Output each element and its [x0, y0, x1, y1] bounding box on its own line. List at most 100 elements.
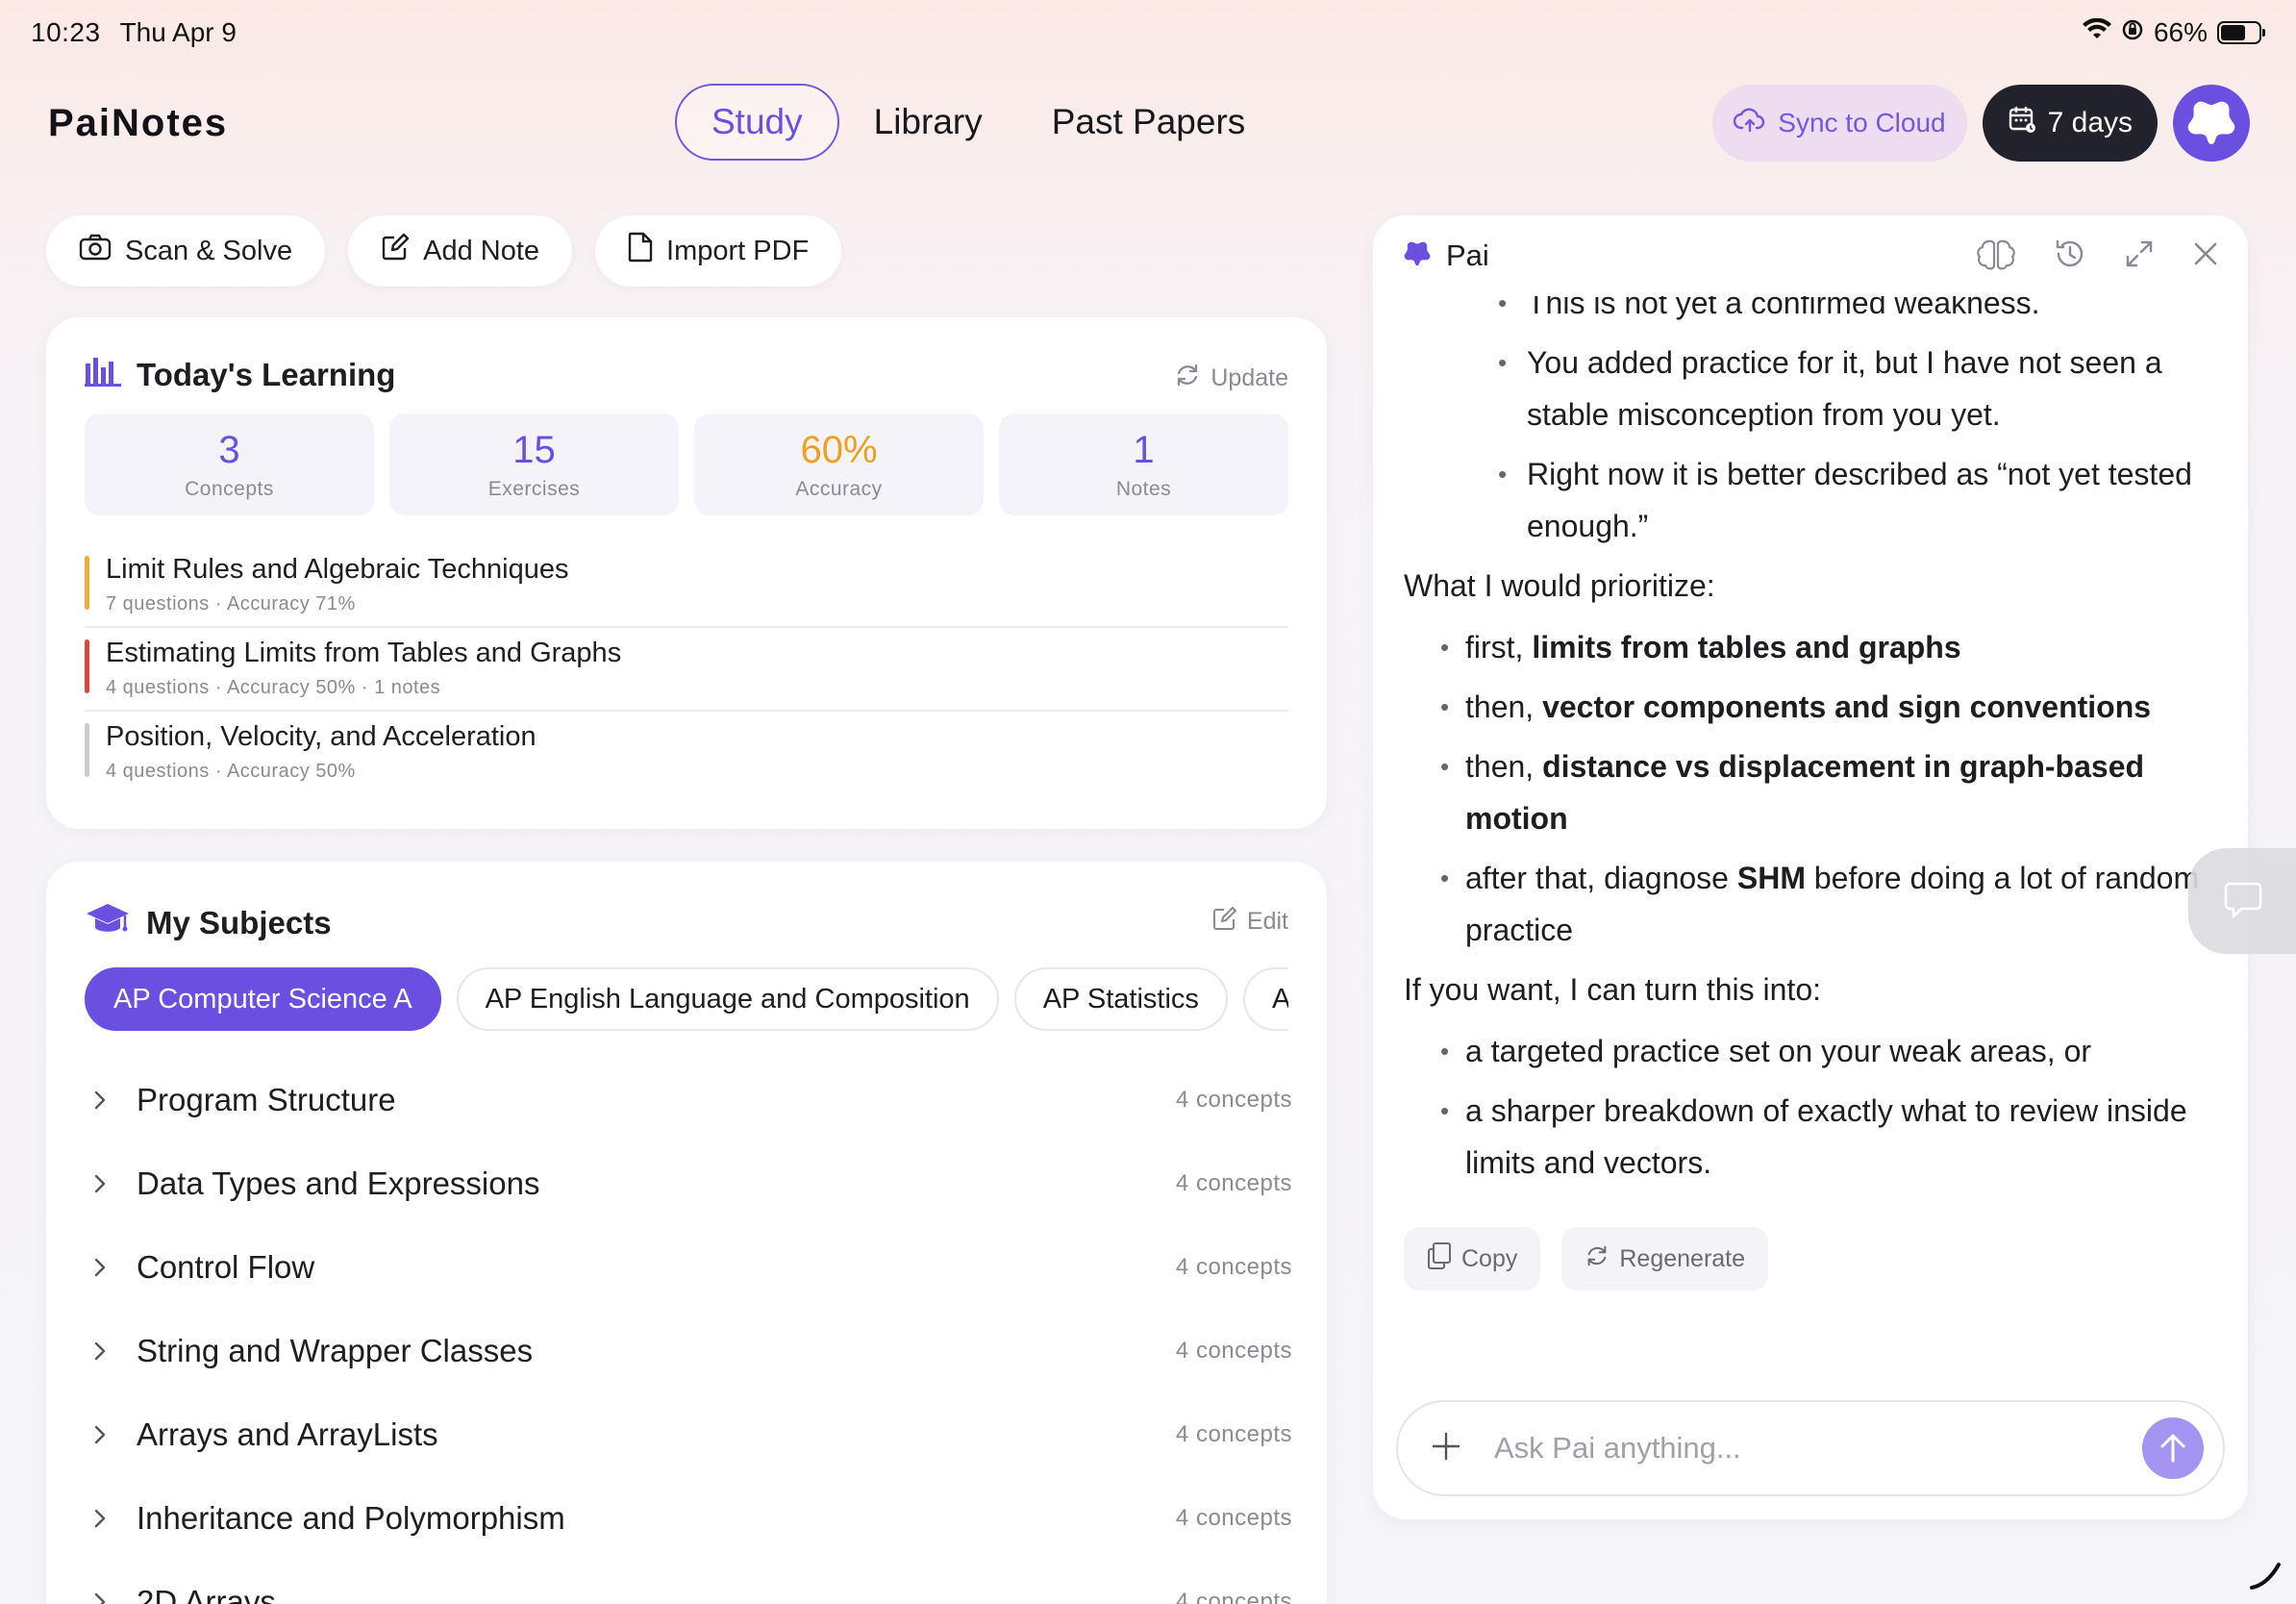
stat-value: 1 [1133, 428, 1155, 471]
tab-study[interactable]: Study [675, 84, 839, 161]
text: after that, diagnose [1465, 861, 1737, 895]
bold-text: vector components and sign conventions [1542, 689, 2152, 724]
regenerate-button[interactable]: Regenerate [1561, 1227, 1769, 1291]
chevron-right-icon [92, 1591, 127, 1604]
unit-count: 4 concepts [1175, 1169, 1292, 1196]
topic-list: Limit Rules and Algebraic Techniques 7 q… [85, 544, 1288, 795]
unit-row[interactable]: 2D Arrays 4 concepts [92, 1560, 1311, 1604]
subject-chip[interactable]: AP Computer Science A [85, 967, 441, 1031]
topic-meta: 4 questions · Accuracy 50% [106, 761, 356, 782]
subject-chip[interactable]: AP English Language and Composition [456, 967, 999, 1031]
unit-name: Data Types and Expressions [137, 1165, 540, 1201]
list-item: a targeted practice set on your weak are… [1404, 1025, 2219, 1077]
tab-library[interactable]: Library [839, 84, 1017, 161]
stat-label: Accuracy [795, 477, 883, 500]
unit-row[interactable]: Program Structure 4 concepts [92, 1058, 1311, 1141]
avatar[interactable] [2173, 85, 2250, 162]
scan-solve-button[interactable]: Scan & Solve [46, 215, 326, 287]
status-date: Thu Apr 9 [119, 17, 237, 47]
todays-learning-card: Today's Learning Update 3 Concepts 15 Ex… [46, 317, 1327, 829]
copy-button[interactable]: Copy [1404, 1227, 1541, 1291]
add-note-label: Add Note [423, 235, 540, 266]
calendar-icon [2008, 105, 2036, 141]
bold-text: SHM [1736, 861, 1806, 895]
chevron-right-icon [92, 1172, 127, 1195]
import-pdf-label: Import PDF [666, 235, 810, 266]
pai-assistant-panel: Pai This is not yet a confirmed weakness… [1373, 215, 2248, 1519]
stat-notes[interactable]: 1 Notes [999, 414, 1288, 515]
unit-count: 4 concepts [1175, 1420, 1292, 1447]
graduation-cap-icon [85, 900, 131, 946]
pai-logo-icon [2187, 101, 2235, 144]
my-subjects-title: My Subjects [146, 905, 332, 940]
stat-value: 15 [512, 428, 556, 471]
stat-exercises[interactable]: 15 Exercises [389, 414, 679, 515]
text: first, [1465, 630, 1533, 664]
subject-chip[interactable]: AP Statistics [1013, 967, 1228, 1031]
tab-past-papers[interactable]: Past Papers [1017, 84, 1281, 161]
history-icon[interactable] [2054, 238, 2086, 275]
sync-to-cloud-button[interactable]: Sync to Cloud [1712, 85, 1967, 162]
edit-note-icon [381, 233, 410, 269]
edit-subjects-button[interactable]: Edit [1212, 906, 1288, 938]
ask-pai-input[interactable] [1494, 1431, 2142, 1466]
topic-item[interactable]: Limit Rules and Algebraic Techniques 7 q… [85, 544, 1288, 628]
unit-row[interactable]: Data Types and Expressions 4 concepts [92, 1141, 1311, 1225]
unit-name: String and Wrapper Classes [137, 1332, 534, 1368]
expand-icon[interactable] [2125, 239, 2154, 273]
add-note-button[interactable]: Add Note [348, 215, 573, 287]
header-actions: Sync to Cloud 7 days [1712, 85, 2250, 162]
list-item: after that, diagnose SHM before doing a … [1404, 852, 2219, 956]
unit-row[interactable]: Arrays and ArrayLists 4 concepts [92, 1392, 1311, 1476]
chat-bubble-icon [2224, 882, 2262, 918]
regenerate-label: Regenerate [1619, 1244, 1746, 1272]
text: then, [1465, 689, 1543, 724]
streak-label: 7 days [2047, 107, 2133, 138]
unit-name: Arrays and ArrayLists [137, 1416, 438, 1452]
import-pdf-button[interactable]: Import PDF [595, 215, 842, 287]
chevron-right-icon [92, 1089, 127, 1112]
update-button[interactable]: Update [1174, 362, 1288, 395]
topic-item[interactable]: Estimating Limits from Tables and Graphs… [85, 628, 1288, 712]
unit-count: 4 concepts [1175, 1086, 1292, 1113]
plus-icon[interactable] [1431, 1431, 1461, 1466]
topic-status-bar [85, 639, 89, 693]
pai-panel-tools [1977, 238, 2219, 275]
send-button[interactable] [2142, 1417, 2204, 1479]
scribble-handle-icon[interactable] [2248, 1555, 2286, 1598]
unit-row[interactable]: Control Flow 4 concepts [92, 1225, 1311, 1309]
battery-percent: 66% [2153, 17, 2208, 47]
camera-icon [79, 234, 112, 268]
pai-panel-header: Pai [1373, 215, 2248, 296]
brain-icon[interactable] [1977, 238, 2015, 275]
topic-item[interactable]: Position, Velocity, and Acceleration 4 q… [85, 712, 1288, 795]
topic-status-bar [85, 723, 89, 777]
unit-name: Inheritance and Polymorphism [137, 1499, 565, 1536]
unit-row[interactable]: String and Wrapper Classes 4 concepts [92, 1309, 1311, 1392]
floating-chat-tab[interactable] [2188, 848, 2296, 954]
chat-composer [1396, 1400, 2225, 1496]
message-paragraph: What I would prioritize: [1404, 568, 1715, 603]
status-time: 10:23 [31, 17, 101, 47]
unit-count: 4 concepts [1175, 1588, 1292, 1604]
unit-count: 4 concepts [1175, 1504, 1292, 1531]
list-item: Right now it is better described as “not… [1404, 448, 2219, 552]
list-item: You added practice for it, but I have no… [1404, 337, 2219, 440]
bold-text: distance vs displacement in graph-based … [1465, 749, 2145, 836]
quick-actions: Scan & Solve Add Note Import PDF [46, 215, 842, 287]
unit-count: 4 concepts [1175, 1253, 1292, 1280]
orientation-lock-icon [2121, 17, 2144, 48]
subject-chip[interactable]: AP [1242, 967, 1288, 1031]
pai-panel-title: Pai [1446, 238, 1489, 272]
topic-meta: 4 questions · Accuracy 50% · 1 notes [106, 677, 441, 698]
streak-button[interactable]: 7 days [1982, 85, 2158, 162]
message-sublist: This is not yet a confirmed weakness. Yo… [1404, 277, 2219, 552]
message-paragraph: If you want, I can turn this into: [1404, 972, 1821, 1007]
stat-label: Exercises [487, 477, 581, 500]
close-icon[interactable] [2192, 240, 2219, 272]
stat-accuracy[interactable]: 60% Accuracy [694, 414, 984, 515]
stat-concepts[interactable]: 3 Concepts [85, 414, 374, 515]
unit-row[interactable]: Inheritance and Polymorphism 4 concepts [92, 1476, 1311, 1560]
pai-message: This is not yet a confirmed weakness. Yo… [1404, 277, 2219, 1289]
chevron-right-icon [92, 1423, 127, 1446]
